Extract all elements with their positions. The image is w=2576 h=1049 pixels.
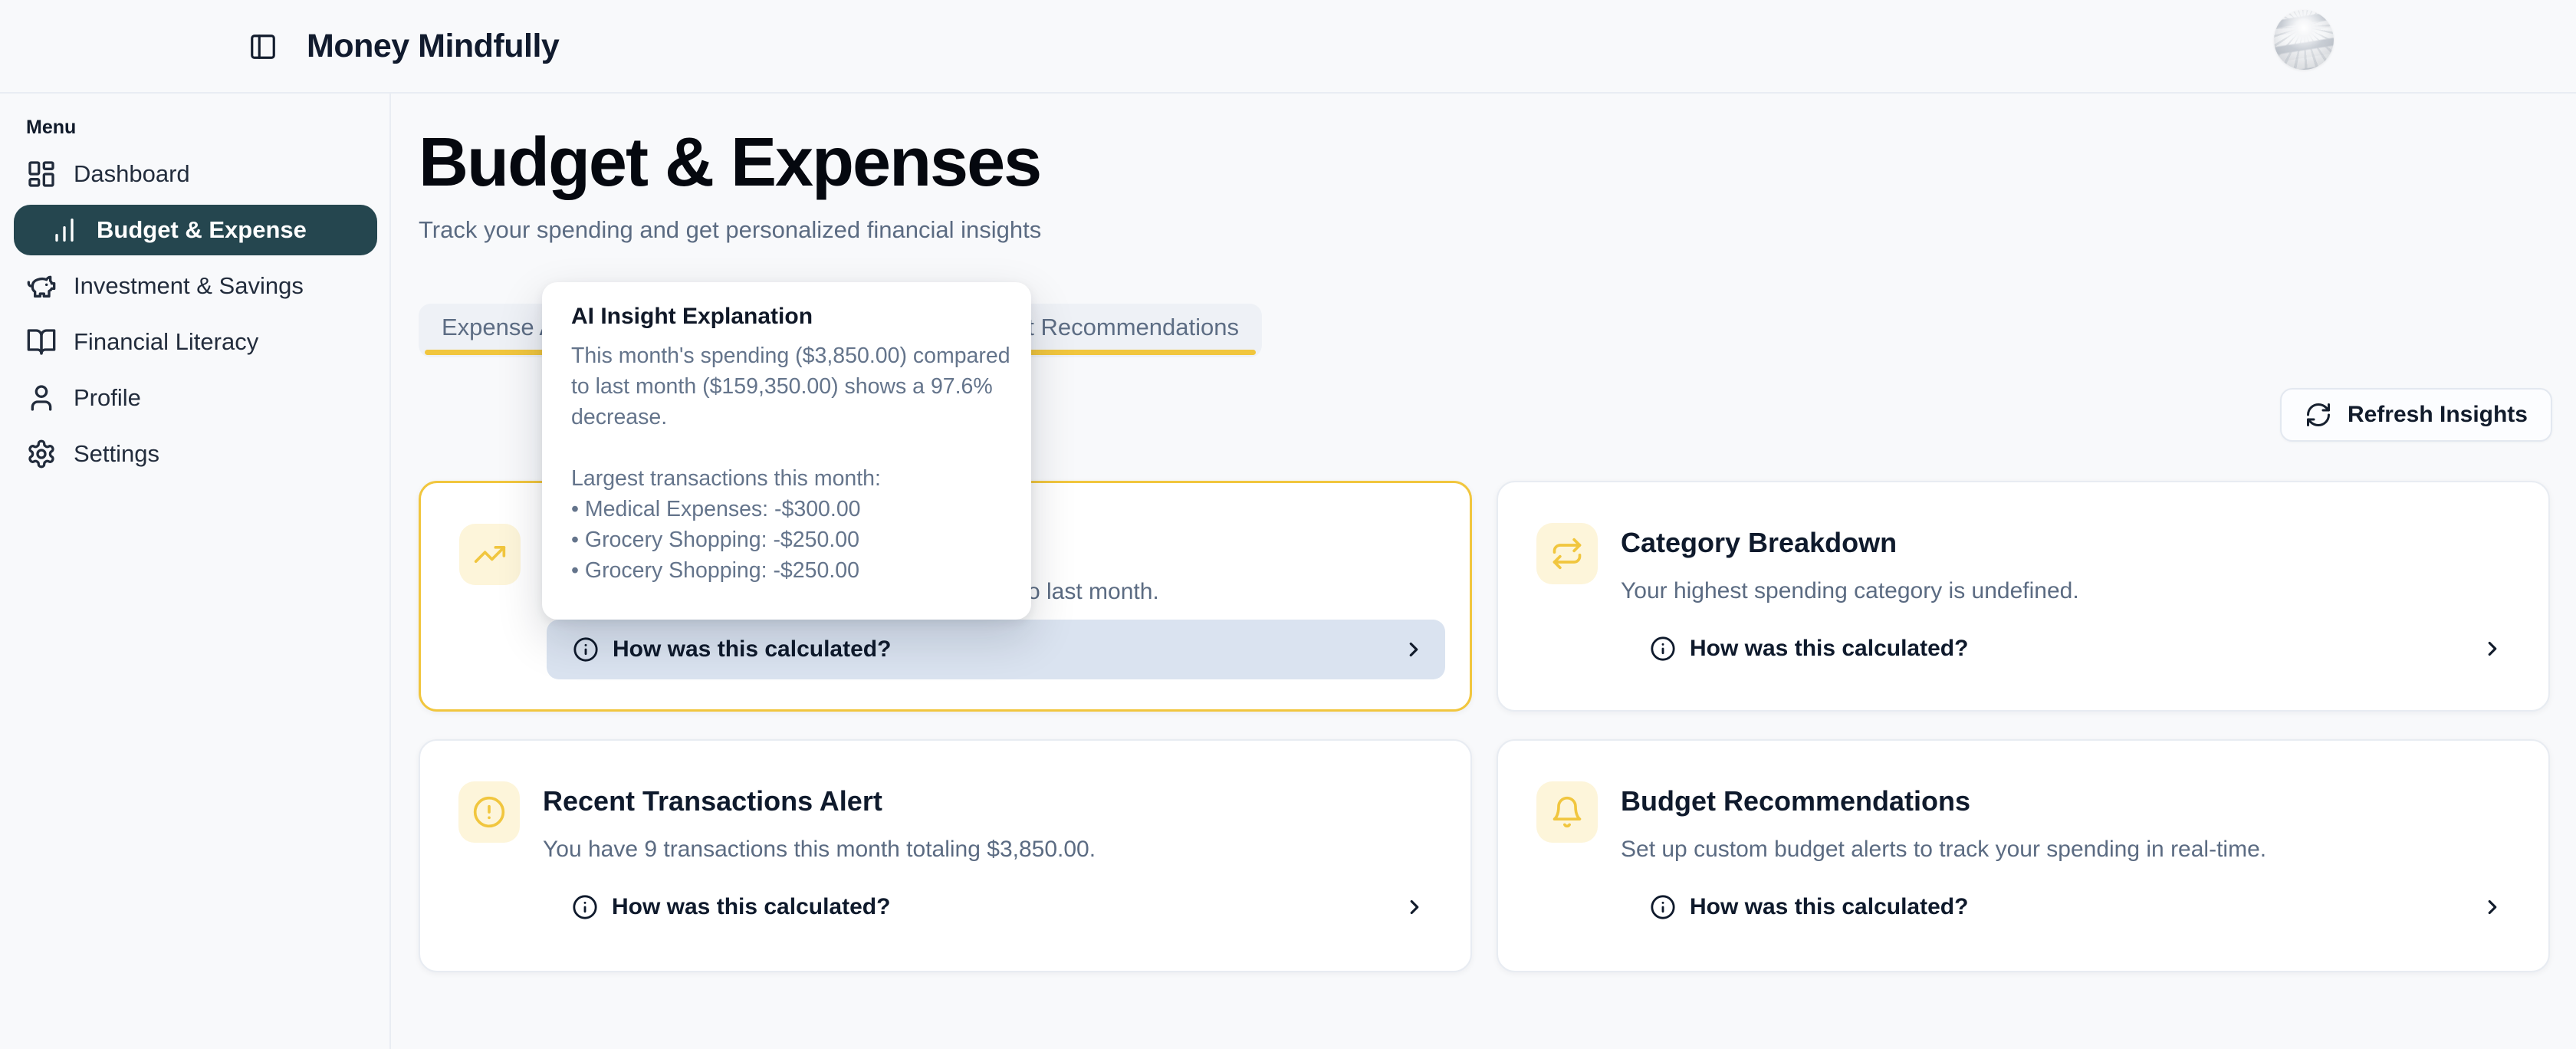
how-calculated-button[interactable]: How was this calculated? (1624, 877, 2524, 937)
refresh-insights-label: Refresh Insights (2348, 402, 2528, 428)
refresh-icon (2305, 401, 2332, 429)
alert-circle-icon (458, 781, 520, 843)
ai-insight-popover: AI Insight Explanation This month's spen… (542, 282, 1031, 620)
app-header: Money Mindfully (0, 0, 2576, 94)
how-calculated-label: How was this calculated? (1690, 894, 1968, 920)
sidebar-item-settings[interactable]: Settings (14, 429, 377, 479)
sidebar: Menu Dashboard Budget & Expense Investme… (0, 94, 391, 1049)
sidebar-item-label: Investment & Savings (74, 272, 304, 300)
sidebar-nav: Dashboard Budget & Expense Investment & … (14, 149, 377, 485)
sidebar-menu-label: Menu (26, 117, 76, 139)
bell-icon (1536, 781, 1598, 843)
sidebar-item-label: Profile (74, 384, 141, 412)
how-calculated-label: How was this calculated? (612, 894, 890, 920)
repeat-icon (1536, 523, 1598, 584)
card-title: Category Breakdown (1621, 527, 1897, 559)
insight-card-budget-recommendations: Budget Recommendations Set up custom bud… (1497, 739, 2550, 972)
insight-card-category-breakdown: Category Breakdown Your highest spending… (1497, 481, 2550, 712)
chevron-right-icon (1403, 896, 1426, 919)
chevron-right-icon (2481, 637, 2504, 660)
sidebar-item-profile[interactable]: Profile (14, 373, 377, 423)
info-icon (572, 894, 598, 920)
popover-body: This month's spending ($3,850.00) compar… (571, 340, 1010, 586)
bar-chart-icon (49, 215, 80, 245)
info-icon (1650, 636, 1676, 662)
page-title: Budget & Expenses (419, 123, 1040, 202)
sidebar-item-investment-savings[interactable]: Investment & Savings (14, 261, 377, 311)
chevron-right-icon (2481, 896, 2504, 919)
card-description: You have 9 transactions this month total… (543, 837, 1096, 863)
insight-card-recent-transactions: Recent Transactions Alert You have 9 tra… (419, 739, 1472, 972)
card-description: Your highest spending category is undefi… (1621, 578, 2079, 604)
card-title: Budget Recommendations (1621, 785, 1970, 817)
app-title: Money Mindfully (307, 0, 559, 92)
sidebar-item-budget-expense[interactable]: Budget & Expense (14, 205, 377, 255)
info-icon (1650, 894, 1676, 920)
sidebar-item-financial-literacy[interactable]: Financial Literacy (14, 317, 377, 367)
avatar[interactable] (2274, 10, 2334, 70)
card-title: Recent Transactions Alert (543, 785, 882, 817)
trending-up-icon (459, 524, 521, 585)
user-icon (26, 383, 57, 413)
sidebar-item-label: Financial Literacy (74, 328, 258, 356)
card-description: Set up custom budget alerts to track you… (1621, 837, 2266, 863)
gear-icon (26, 439, 57, 469)
sidebar-item-label: Settings (74, 440, 159, 468)
refresh-insights-button[interactable]: Refresh Insights (2280, 388, 2552, 442)
how-calculated-button[interactable]: How was this calculated? (1624, 619, 2524, 679)
sidebar-item-dashboard[interactable]: Dashboard (14, 149, 377, 199)
how-calculated-button[interactable]: How was this calculated? (547, 620, 1445, 679)
sidebar-item-label: Dashboard (74, 160, 190, 188)
layout-dashboard-icon (26, 159, 57, 189)
how-calculated-label: How was this calculated? (613, 636, 891, 663)
chevron-right-icon (1402, 638, 1425, 661)
popover-title: AI Insight Explanation (571, 304, 1010, 330)
book-open-icon (26, 327, 57, 357)
how-calculated-label: How was this calculated? (1690, 636, 1968, 662)
how-calculated-button[interactable]: How was this calculated? (546, 877, 1446, 937)
page-subtitle: Track your spending and get personalized… (419, 216, 1041, 244)
panel-left-icon (248, 32, 278, 61)
sidebar-item-label: Budget & Expense (97, 216, 307, 244)
info-icon (573, 636, 599, 663)
piggy-bank-icon (26, 271, 57, 301)
sidebar-toggle-button[interactable] (245, 29, 281, 64)
